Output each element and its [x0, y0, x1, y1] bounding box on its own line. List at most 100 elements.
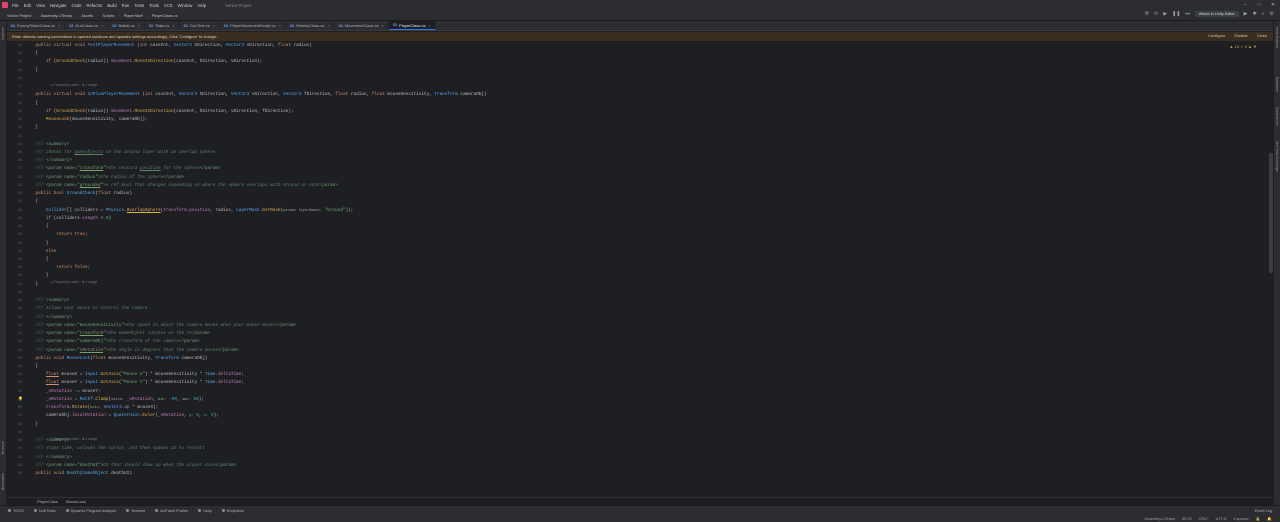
menu-view[interactable]: View	[36, 3, 45, 8]
code-vision-hint[interactable]: ● Frequently called ⊕ 1 usage	[51, 83, 97, 87]
code-line[interactable]: float mouseY = Input.GetAxis("Mouse Y") …	[25, 380, 244, 386]
tab-movementclass[interactable]: C# MovementClass.cs ×	[335, 21, 389, 30]
status-indent[interactable]: 4 spaces	[1233, 517, 1248, 521]
code-line[interactable]: public bool GroundCheck(float radius)	[25, 191, 132, 197]
status-encoding[interactable]: UTF-8	[1216, 517, 1227, 521]
code-line[interactable]: public virtual void TestPlayerMovement (…	[25, 43, 311, 49]
play-icon[interactable]: ▶	[1163, 11, 1167, 17]
close-tab-icon[interactable]: ×	[327, 23, 329, 28]
tool-dottrace[interactable]: dotTrace Profiler	[155, 509, 188, 513]
code-line[interactable]: /// Allows your mouse to control the cam…	[25, 306, 147, 312]
notifications-icon[interactable]: 🔔	[1267, 516, 1272, 521]
code-line[interactable]: float mouseX = Input.GetAxis("Mouse X") …	[25, 372, 244, 378]
close-tab-icon[interactable]: ×	[382, 23, 384, 28]
code-line[interactable]: return false;	[25, 265, 90, 271]
menu-window[interactable]: Window	[178, 3, 193, 8]
tab-enemystats[interactable]: C# EnemyStats/Class.cs ×	[7, 21, 66, 30]
code-line[interactable]: cameraObj.localRotation = Quaternion.Eul…	[25, 413, 219, 419]
close-window-icon[interactable]: ✕	[1266, 2, 1280, 8]
close-tab-icon[interactable]: ×	[138, 23, 140, 28]
debug-icon[interactable]: ✱	[1253, 11, 1257, 17]
menu-help[interactable]: Help	[197, 3, 206, 8]
crumb-project[interactable]: Assembly-CSharp	[41, 13, 72, 18]
crumb-scripts[interactable]: Scripts	[102, 13, 114, 18]
tool-unit-tests-coverage[interactable]: Unit Tests Coverage	[1275, 141, 1279, 171]
tab-playerclass[interactable]: C# PlayerClass.cs ×	[388, 21, 436, 30]
status-line-separator[interactable]: CRLF	[1199, 517, 1209, 521]
code-line[interactable]: /// <summary>	[25, 142, 69, 148]
code-line[interactable]: {	[25, 257, 49, 263]
code-line[interactable]: /// <summary>	[25, 298, 69, 304]
maximize-icon[interactable]: □	[1252, 2, 1266, 8]
code-line[interactable]: /// </summary>	[25, 315, 72, 321]
close-tab-icon[interactable]: ×	[58, 23, 60, 28]
tool-terminal[interactable]: Terminal	[125, 509, 145, 513]
close-tab-icon[interactable]: ×	[279, 23, 281, 28]
close-tab-icon[interactable]: ×	[213, 23, 215, 28]
code-line[interactable]: /// checks for gameobjects on the Ground…	[25, 150, 215, 156]
close-tab-icon[interactable]: ×	[172, 23, 174, 28]
code-line[interactable]: {	[25, 51, 38, 57]
search-icon[interactable]: ⌕	[1262, 11, 1265, 17]
code-line[interactable]: /// <param name="transform">the Vector3 …	[25, 166, 220, 172]
code-line[interactable]: else	[25, 249, 56, 255]
tool-explorer[interactable]: Explorer	[1, 27, 5, 40]
menu-run[interactable]: Run	[122, 3, 130, 8]
code-line[interactable]: transform.Rotate(axis: Vector3.up * mous…	[25, 405, 159, 411]
code-line[interactable]: /// <param name="grounded">a ref bool th…	[25, 183, 337, 189]
code-line[interactable]: if (GroundCheck(radius)) movement.MoveIn…	[25, 59, 262, 65]
code-line[interactable]: return true;	[25, 232, 87, 238]
tab-gunclass[interactable]: C# GunClass.cs ×	[65, 21, 109, 30]
pause-icon[interactable]: ❚❚	[1172, 11, 1180, 17]
code-line[interactable]: _xRotation = Mathf.Clamp(value: _xRotati…	[25, 397, 204, 403]
tool-endpoints[interactable]: Endpoints	[221, 509, 244, 513]
disable-link[interactable]: Disable	[1234, 33, 1247, 38]
code-line[interactable]: /// </summary>	[25, 455, 72, 461]
code-line[interactable]: MouseLook(mouseSensitivity, cameraObj);	[25, 117, 148, 123]
event-log-button[interactable]: Event Log	[1255, 507, 1272, 514]
code-line[interactable]: /// stops time, unlocks the cursor, and …	[25, 446, 204, 452]
code-line[interactable]: }	[25, 241, 49, 247]
tool-unity-explorer[interactable]: Unity Explorer	[1275, 27, 1279, 48]
code-line[interactable]: }	[25, 125, 38, 131]
close-tab-icon[interactable]: ×	[428, 23, 430, 28]
code-line[interactable]: if (colliders.Length > 0)	[25, 216, 111, 222]
tool-unity[interactable]: Unity	[198, 509, 212, 513]
tool-database[interactable]: Database	[1275, 77, 1279, 92]
lock-icon[interactable]: 🔓	[1256, 516, 1261, 521]
run-icon[interactable]: ▶	[1244, 11, 1248, 17]
code-line[interactable]: }	[25, 282, 38, 288]
hammer-icon[interactable]: ⚒	[1145, 11, 1149, 17]
tab-guntest[interactable]: C# GunTest.cs ×	[180, 21, 221, 30]
menu-build[interactable]: Build	[107, 3, 116, 8]
tool-dynamic-program-analysis[interactable]: Dynamic Program Analysis	[65, 509, 116, 513]
code-line[interactable]: }	[25, 422, 38, 428]
crumb-method[interactable]: MouseLook	[66, 499, 86, 504]
code-line[interactable]: /// </summary>	[25, 158, 72, 164]
settings-icon[interactable]: ⚙	[1270, 11, 1274, 17]
tool-bookmarks[interactable]: Bookmarks	[1, 473, 5, 490]
tool-todo[interactable]: TODO	[8, 509, 24, 513]
code-line[interactable]: /// <param name="deathUI">UI that should…	[25, 463, 236, 469]
code-line[interactable]: Collider[] colliders = Physics.OverlapSp…	[25, 208, 353, 214]
code-line[interactable]: }	[25, 273, 49, 279]
code-vision-hint[interactable]: ● Frequently called ⊕ 1 usage	[51, 280, 97, 284]
menu-edit[interactable]: Edit	[24, 3, 31, 8]
crumb-playerstuff[interactable]: PlayerStuff	[124, 13, 143, 18]
code-line[interactable]: /// <param name="mouseSensitivity">the s…	[25, 323, 296, 329]
crumb-solution[interactable]: Senior Project	[7, 13, 31, 18]
code-editor[interactable]: 12 13 14 15 16 17 18 19 20 21 22 23 24 25 26 27 28 29 30 31…	[7, 41, 1273, 497]
code-line[interactable]: /// <param name="radius">the radius of t…	[25, 175, 184, 181]
code-line[interactable]: /// <param name="cameraObj">the transfor…	[25, 339, 199, 345]
configure-link[interactable]: Configure	[1208, 33, 1225, 38]
tab-bullet[interactable]: C# BulletLcs ×	[108, 21, 145, 30]
crumb-assets[interactable]: Assets	[81, 13, 93, 18]
inspection-indicators[interactable]: ▲ 15 ✓ 5 ▲ ▼	[1230, 44, 1257, 49]
menu-tests[interactable]: Tests	[134, 3, 144, 8]
tool-unit-tests[interactable]: Unit Tests	[33, 509, 56, 513]
tool-structure[interactable]: Structure	[1, 441, 5, 455]
tab-stats[interactable]: C# Stats.cs ×	[145, 21, 180, 30]
code-line[interactable]: /// <summary>	[25, 438, 69, 444]
menu-vcs[interactable]: VCS	[164, 3, 173, 8]
code-line[interactable]: /// <param name="transform">the GameObje…	[25, 331, 210, 337]
